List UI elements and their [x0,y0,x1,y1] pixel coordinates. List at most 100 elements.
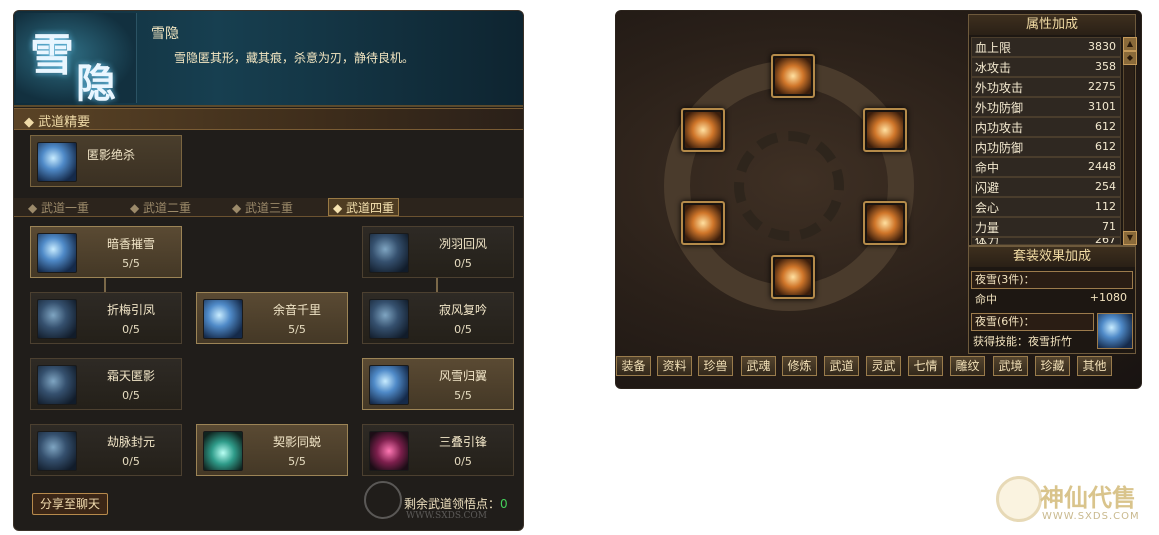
attribute-value: 254 [1095,180,1116,193]
amulet-icon [685,112,721,148]
attribute-row: 命中 2448 [971,157,1121,177]
section-header: ◆ 武道精要 [14,108,523,130]
emblem-char-2: 隐 [76,60,116,107]
watermark-brand: 神仙代售 [1040,483,1136,512]
skill-icon [37,142,77,182]
skill-node-name: 契影同蜕 [272,435,321,449]
tab-diaowen[interactable]: 雕纹 [950,356,985,376]
attribute-value: 112 [1095,200,1116,213]
skill-icon [369,431,409,471]
attribute-name: 外功攻击 [975,81,1024,95]
skill-node[interactable]: 余音千里 5/5 [196,292,348,344]
skill-node[interactable]: 折梅引凤 0/5 [30,292,182,344]
set-bonus-panel: 套装效果加成 夜雪(3件)： 命中 +1080 夜雪(6件)： 获得技能：夜雪折… [968,246,1136,354]
scroll-thumb-icon[interactable]: ◆ [1123,51,1137,65]
attribute-name: 冰攻击 [975,61,1012,75]
skill-description: 雪隐匿其形，藏其痕，杀意为刃，静待良机。 [174,51,415,65]
tab-wudao-3[interactable]: ◆ 武道三重 [232,199,293,215]
main-skill-name: 匿影绝杀 [87,148,136,162]
attribute-scrollbar[interactable] [1123,37,1134,243]
skill-icon [203,431,243,471]
main-skill-card[interactable]: 匿影绝杀 [30,135,182,187]
tab-wudao-4[interactable]: ◆ 武道四重 [328,198,400,216]
attribute-row: 血上限 3830 [971,37,1121,57]
equip-slot-left-bottom[interactable] [681,201,725,245]
tree-connector [104,276,106,292]
tab-pets[interactable]: 珍兽 [698,356,733,376]
skill-node-name: 风雪归翼 [438,369,487,383]
attribute-row: 内功防御 612 [971,137,1121,157]
skill-node[interactable]: 寂风复吟 0/5 [362,292,514,344]
attribute-value: 2275 [1088,80,1116,93]
set-bonus-label: 夜雪(3件)： [971,271,1133,289]
attribute-value: 3830 [1088,40,1116,53]
tab-wudao[interactable]: 武道 [824,356,859,376]
equip-slot-left-top[interactable] [681,108,725,152]
skill-icon [37,233,77,273]
weapon-icon [775,58,811,94]
attribute-name: 血上限 [975,41,1012,55]
attribute-value: 3101 [1088,100,1116,113]
attribute-name: 内功防御 [975,141,1024,155]
equip-slot-right-bottom[interactable] [863,201,907,245]
skill-node[interactable]: 风雪归翼 5/5 [362,358,514,410]
skill-node[interactable]: 三叠引锋 0/5 [362,424,514,476]
charm-icon [867,205,903,241]
section-header-label: ◆ 武道精要 [24,115,91,130]
attribute-value: 358 [1095,60,1116,73]
skill-node-level: 0/5 [454,257,472,270]
skill-node-name: 劫脉封元 [106,435,155,449]
skill-node[interactable]: 暗香摧雪 5/5 [30,226,182,278]
tab-wuhun[interactable]: 武魂 [741,356,776,376]
skill-node-name: 余音千里 [272,303,321,317]
skill-node[interactable]: 冽羽回风 0/5 [362,226,514,278]
equip-slot-weapon[interactable] [771,54,815,98]
skill-node[interactable]: 契影同蜕 5/5 [196,424,348,476]
set-bonus-title: 套装效果加成 [969,247,1135,267]
wudao-panel: 雪 隐 雪隐 雪隐匿其形，藏其痕，杀意为刃，静待良机。 ◆ 武道精要 匿影绝杀 … [13,10,524,531]
share-to-chat-button[interactable]: 分享至聊天 [32,493,108,515]
set-bonus-stat: 命中 [975,293,997,306]
wudao-tabs: ◆ 武道一重 ◆ 武道二重 ◆ 武道三重 ◆ 武道四重 [14,198,523,217]
tab-wudao-2[interactable]: ◆ 武道二重 [130,199,191,215]
set-bonus-skill: 获得技能：夜雪折竹 [973,335,1072,348]
remaining-points: 剩余武道领悟点：0 [404,495,508,512]
skill-emblem: 雪 隐 [16,13,137,107]
attribute-value: 612 [1095,140,1116,153]
scroll-down-icon[interactable]: ▼ [1123,231,1137,245]
equip-slot-right-top[interactable] [863,108,907,152]
skill-icon [37,431,77,471]
watermark-url: WWW.SXDS.COM [406,511,488,521]
dagger-icon [685,205,721,241]
emblem-char-1: 雪 [30,30,74,81]
skill-node-level: 0/5 [454,323,472,336]
tab-wudao-1[interactable]: ◆ 武道一重 [28,199,89,215]
tab-cultivation[interactable]: 修炼 [782,356,817,376]
set-skill-icon[interactable] [1097,313,1133,349]
skill-node[interactable]: 霜天匿影 0/5 [30,358,182,410]
skill-node-name: 折梅引凤 [106,303,155,317]
set-bonus-value: +1080 [1089,291,1127,304]
skill-node-level: 0/5 [122,389,140,402]
remaining-points-value: 0 [500,497,508,511]
skill-node-level: 5/5 [288,323,306,336]
tab-other[interactable]: 其他 [1077,356,1112,376]
attribute-name: 闪避 [975,181,1000,195]
skill-title: 雪隐 [151,26,179,42]
attribute-value: 2448 [1088,160,1116,173]
tab-equipment[interactable]: 装备 [616,356,651,376]
skill-icon [203,299,243,339]
equipment-panel: 属性加成 血上限 3830 冰攻击 358 外功攻击 2275 外功防御 3101 内功… [615,10,1142,389]
scroll-up-icon[interactable]: ▲ [1123,37,1137,51]
attribute-bonus-title: 属性加成 [969,15,1135,35]
skill-node[interactable]: 劫脉封元 0/5 [30,424,182,476]
attribute-value: 71 [1102,220,1116,233]
tab-lingwu[interactable]: 灵武 [866,356,901,376]
tab-profile[interactable]: 资料 [657,356,692,376]
tab-wujing[interactable]: 武境 [993,356,1028,376]
tree-connector [436,276,438,292]
equip-slot-ring[interactable] [771,255,815,299]
skill-icon [37,299,77,339]
tab-collection[interactable]: 珍藏 [1035,356,1070,376]
tab-qiqing[interactable]: 七情 [908,356,943,376]
